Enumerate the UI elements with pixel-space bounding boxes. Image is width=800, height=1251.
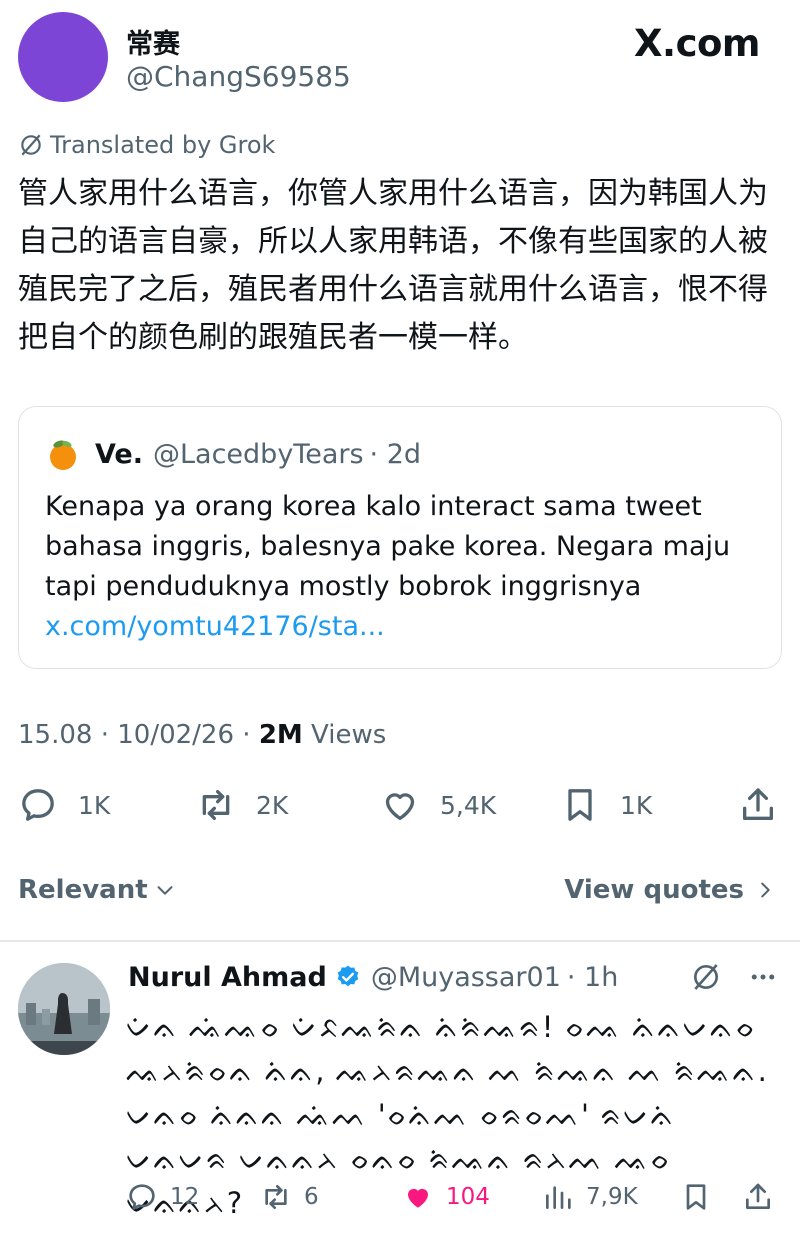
reply-repost-button[interactable]: 6 [260, 1175, 319, 1219]
repost-button[interactable]: 2K [196, 780, 288, 830]
reply-reply-count: 12 [170, 1184, 200, 1210]
meta-separator: · [242, 720, 251, 750]
heart-filled-icon [408, 1188, 428, 1208]
bookmark-icon [568, 789, 592, 821]
view-quotes-label: View quotes [564, 875, 744, 905]
post-time: 15.08 [18, 720, 93, 750]
bookmark-icon [686, 1184, 706, 1210]
tweet-meta: 15.08 · 10/02/26 · 2M Views [18, 718, 386, 752]
tweet-header: 常赛 @ChangS69585 X.com [18, 10, 782, 105]
post-date: 10/02/26 [117, 720, 235, 750]
site-logo: X.com [634, 22, 761, 65]
reply-views-count: 7,9K [586, 1184, 638, 1210]
quote-time: · 2d [369, 438, 422, 470]
more-options-icon[interactable] [748, 962, 778, 992]
reply-bookmark-button[interactable] [680, 1175, 712, 1219]
bookmark-count: 1K [620, 790, 653, 820]
views-label: Views [311, 720, 387, 750]
share-button[interactable] [738, 780, 778, 830]
analytics-icon [546, 1186, 571, 1209]
reply-author-name[interactable]: Nurul Ahmad [128, 962, 327, 993]
quote-header: Ve. @LacedbyTears · 2d [45, 437, 421, 471]
reply-views-button[interactable]: 7,9K [542, 1175, 638, 1219]
quote-author-name: Ve. [95, 438, 143, 470]
bookmark-button[interactable]: 1K [560, 780, 652, 830]
quote-body: Kenapa ya orang korea kalo interact sama… [45, 491, 731, 602]
quoted-tweet[interactable]: Ve. @LacedbyTears · 2d Kenapa ya orang k… [18, 406, 782, 669]
author-name[interactable]: 常赛 [126, 30, 180, 60]
repost-count: 2K [256, 790, 289, 820]
reply-time: · 1h [566, 961, 619, 993]
reply-like-count: 104 [446, 1184, 490, 1210]
reply-action-bar: 12 6 104 7,9K [126, 1175, 786, 1219]
translated-label: Translated by Grok [50, 131, 276, 159]
grok-icon[interactable] [690, 961, 722, 993]
reply-author-handle[interactable]: @Muyassar01 [371, 962, 561, 993]
reply-count: 1K [78, 790, 111, 820]
reply-icon [129, 1184, 155, 1210]
reply-tweet[interactable]: Nurul Ahmad @Muyassar01 · 1h ᨆᨗᨊ ᨕᨗᨕᨔ ᨆᨗ… [0, 941, 800, 1251]
sort-dropdown[interactable]: Relevant [18, 870, 176, 910]
reply-top-icons [690, 959, 778, 995]
author-handle[interactable]: @ChangS69585 [126, 60, 351, 94]
avatar-photo [18, 963, 110, 1055]
views-count: 2M [258, 720, 303, 750]
quote-text: Kenapa ya orang korea kalo interact sama… [45, 487, 765, 647]
repost-icon [265, 1185, 287, 1209]
repost-icon [202, 790, 230, 820]
heart-icon [385, 793, 415, 820]
reply-button[interactable]: 1K [18, 780, 110, 830]
reply-icon [22, 789, 54, 821]
reply-like-button[interactable]: 104 [402, 1175, 490, 1219]
author-avatar[interactable] [18, 12, 108, 102]
quote-link[interactable]: x.com/yomtu42176/sta... [45, 611, 385, 642]
reply-header: Nurul Ahmad @Muyassar01 · 1h [128, 959, 618, 995]
tweet-text: 管人家用什么语言，你管人家用什么语言，因为韩国人为自己的语言自豪，所以人家用韩语… [18, 176, 768, 355]
view-quotes-link[interactable]: View quotes [564, 870, 776, 910]
reply-reply-button[interactable]: 12 [126, 1175, 199, 1219]
tangerine-icon [50, 440, 76, 470]
reply-avatar[interactable] [18, 963, 110, 1055]
like-button[interactable]: 5,4K [380, 780, 496, 830]
translation-notice[interactable]: Translated by Grok [18, 129, 275, 161]
reply-share-button[interactable] [742, 1175, 774, 1219]
sort-label: Relevant [18, 875, 148, 905]
reply-repost-count: 6 [304, 1184, 319, 1210]
action-bar: 1K 2K 5,4K 1K [18, 780, 782, 830]
meta-separator: · [100, 720, 109, 750]
share-icon [746, 1183, 770, 1209]
share-icon [743, 788, 773, 820]
like-count: 5,4K [440, 790, 497, 820]
quote-author-handle: @LacedbyTears [153, 438, 364, 470]
verified-badge-icon [337, 965, 359, 987]
chevron-down-icon [157, 886, 173, 895]
chevron-right-icon [761, 882, 770, 898]
grok-icon [21, 134, 41, 156]
